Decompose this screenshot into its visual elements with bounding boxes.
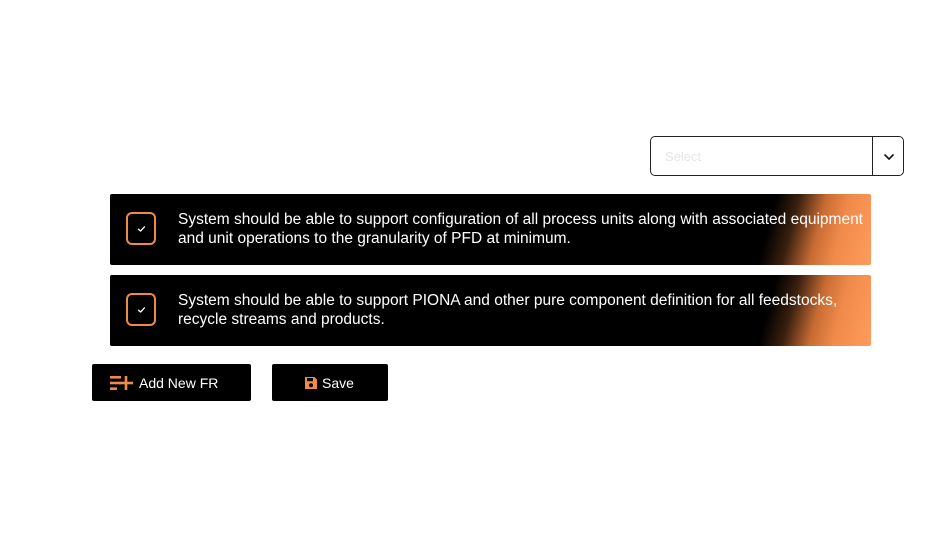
requirement-checkbox[interactable] — [126, 293, 156, 326]
requirement-text: System should be able to support configu… — [178, 211, 863, 247]
check-icon — [137, 307, 146, 313]
chevron-down-icon[interactable] — [883, 150, 895, 162]
save-label: Save — [322, 374, 354, 391]
add-list-icon — [110, 375, 133, 391]
filter-dropdown-placeholder: Select — [665, 149, 702, 164]
functional-requirement-card: System should be able to support configu… — [110, 194, 871, 265]
requirement-text: System should be able to support PIONA a… — [178, 292, 838, 328]
filter-dropdown[interactable]: Select — [650, 136, 904, 176]
add-new-fr-button[interactable]: Add New FR — [92, 364, 251, 401]
requirement-checkbox[interactable] — [126, 212, 156, 245]
save-button[interactable]: Save — [272, 364, 388, 401]
dropdown-divider — [872, 137, 873, 175]
check-icon — [137, 226, 146, 232]
add-new-fr-label: Add New FR — [139, 374, 219, 391]
floppy-disk-icon — [304, 376, 318, 390]
functional-requirement-card: System should be able to support PIONA a… — [110, 275, 871, 346]
